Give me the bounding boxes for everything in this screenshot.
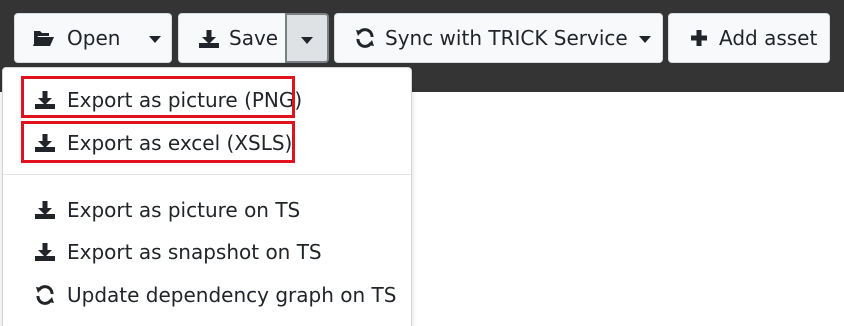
menu-item-label: Export as excel (XSLS) <box>67 131 293 155</box>
menu-item-label: Export as picture on TS <box>67 198 301 222</box>
add-asset-button[interactable]: Add asset <box>668 13 830 63</box>
download-icon <box>35 243 55 261</box>
download-icon <box>199 30 219 48</box>
chevron-down-icon[interactable] <box>639 36 651 43</box>
menu-divider <box>3 174 411 175</box>
folder-open-icon <box>33 31 54 46</box>
menu-item-update-dependency-graph[interactable]: Update dependency graph on TS <box>3 277 411 313</box>
save-button-label: Save <box>229 26 279 50</box>
sync-button-label: Sync with TRICK Service <box>385 26 628 50</box>
chevron-down-icon[interactable] <box>149 36 161 43</box>
menu-item-export-png[interactable]: Export as picture (PNG) <box>3 82 411 118</box>
add-asset-button-label: Add asset <box>719 26 818 50</box>
plus-icon <box>691 30 707 46</box>
menu-item-label: Export as snapshot on TS <box>67 240 322 264</box>
menu-item-label: Update dependency graph on TS <box>67 283 397 307</box>
open-button-label: Open <box>67 26 121 50</box>
menu-item-export-excel[interactable]: Export as excel (XSLS) <box>3 125 411 161</box>
menu-item-label: Export as picture (PNG) <box>67 88 303 112</box>
sync-icon <box>356 28 374 48</box>
open-button[interactable]: Open <box>14 13 172 63</box>
sync-icon <box>36 285 54 305</box>
save-button[interactable]: Save <box>178 13 286 63</box>
save-dropdown-toggle[interactable] <box>285 13 329 63</box>
download-icon <box>35 91 55 109</box>
save-dropdown-menu: Export as picture (PNG) Export as excel … <box>2 67 412 326</box>
chevron-down-icon <box>301 37 313 44</box>
download-icon <box>35 201 55 219</box>
menu-item-export-snapshot-ts[interactable]: Export as snapshot on TS <box>3 234 411 270</box>
menu-item-export-picture-ts[interactable]: Export as picture on TS <box>3 192 411 228</box>
download-icon <box>35 134 55 152</box>
sync-button[interactable]: Sync with TRICK Service <box>334 13 663 63</box>
